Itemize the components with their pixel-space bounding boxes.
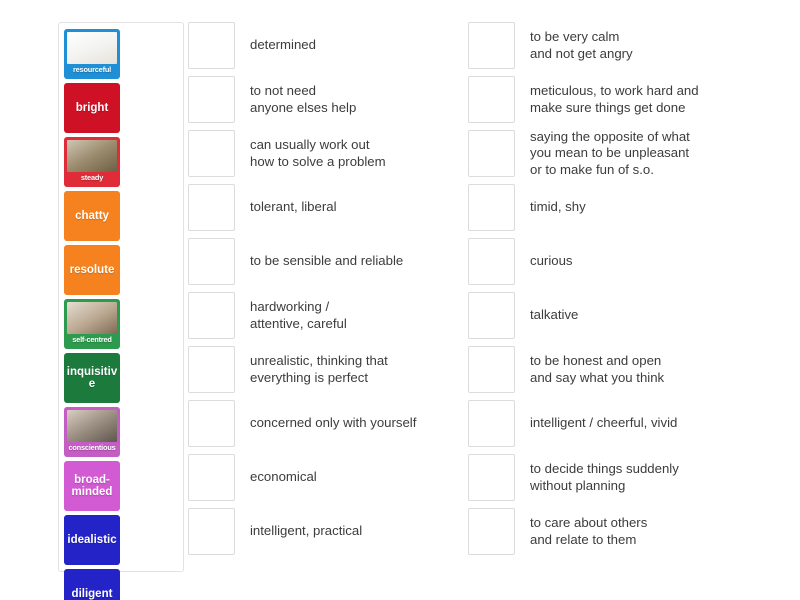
- drop-zone[interactable]: [188, 346, 235, 393]
- drop-zone[interactable]: [468, 508, 515, 555]
- definition-text: hardworking / attentive, careful: [250, 299, 347, 331]
- definition-text: to decide things suddenly without planni…: [530, 461, 679, 493]
- word-tile-self-centred[interactable]: self-centred: [64, 299, 120, 349]
- definition-text: can usually work out how to solve a prob…: [250, 137, 386, 169]
- definition-row: hardworking / attentive, careful: [188, 292, 460, 346]
- definition-text: to not need anyone elses help: [250, 83, 357, 115]
- word-tile-resolute[interactable]: resolute: [64, 245, 120, 295]
- word-tile-label: self-centred: [72, 335, 112, 344]
- definition-row: concerned only with yourself: [188, 400, 460, 454]
- definition-row: can usually work out how to solve a prob…: [188, 130, 460, 184]
- word-tiles-panel[interactable]: resourceful bright steady chatty resolute sel…: [58, 22, 184, 600]
- woman-at-desk-photo-icon: [67, 410, 117, 442]
- definition-row: meticulous, to work hard and make sure t…: [468, 76, 790, 130]
- drop-zone[interactable]: [188, 130, 235, 177]
- definition-text: to be sensible and reliable: [250, 253, 404, 269]
- word-tile-label: bright: [75, 101, 109, 114]
- definition-column-left: determined to not need anyone elses help c…: [188, 22, 460, 562]
- definition-text: to be very calm and not get angry: [530, 29, 633, 61]
- definition-text: intelligent, practical: [250, 523, 363, 539]
- drop-zone[interactable]: [188, 292, 235, 339]
- definition-row: economical: [188, 454, 460, 508]
- definition-row: to be very calm and not get angry: [468, 22, 790, 76]
- definition-row: determined: [188, 22, 460, 76]
- word-tile-inquisitive[interactable]: inquisitive: [64, 353, 120, 403]
- definition-text: timid, shy: [530, 199, 586, 215]
- word-tile-diligent[interactable]: diligent: [64, 569, 120, 600]
- word-tile-label: steady: [80, 173, 104, 182]
- definition-row: intelligent, practical: [188, 508, 460, 562]
- word-tile-chatty[interactable]: chatty: [64, 191, 120, 241]
- definition-row: to not need anyone elses help: [188, 76, 460, 130]
- word-tile-label: broad-minded: [71, 473, 113, 498]
- word-tile-steady[interactable]: steady: [64, 137, 120, 187]
- definition-text: tolerant, liberal: [250, 199, 337, 215]
- definition-row: intelligent / cheerful, vivid: [468, 400, 790, 454]
- drop-zone[interactable]: [468, 130, 515, 177]
- definition-text: saying the opposite of what you mean to …: [530, 128, 690, 177]
- word-tile-label: resolute: [69, 263, 115, 276]
- two-figures-illustration-icon: [67, 32, 117, 64]
- definition-text: to be honest and open and say what you t…: [530, 353, 665, 385]
- word-tile-idealistic[interactable]: idealistic: [64, 515, 120, 565]
- drop-zone[interactable]: [468, 22, 515, 69]
- word-tile-resourceful[interactable]: resourceful: [64, 29, 120, 79]
- definition-row: to be sensible and reliable: [188, 238, 460, 292]
- drop-zone[interactable]: [188, 508, 235, 555]
- word-tile-label: conscientious: [68, 443, 116, 452]
- definition-column-right: to be very calm and not get angry meticul…: [468, 22, 790, 562]
- word-tile-label: resourceful: [72, 65, 112, 74]
- definition-row: to be honest and open and say what you t…: [468, 346, 790, 400]
- definition-text: meticulous, to work hard and make sure t…: [530, 83, 699, 115]
- drop-zone[interactable]: [468, 346, 515, 393]
- word-tile-broad-minded[interactable]: broad-minded: [64, 461, 120, 511]
- definition-text: unrealistic, thinking that everything is…: [250, 353, 388, 385]
- drop-zone[interactable]: [188, 400, 235, 447]
- word-tile-bright[interactable]: bright: [64, 83, 120, 133]
- word-tile-conscientious[interactable]: conscientious: [64, 407, 120, 457]
- drop-zone[interactable]: [188, 238, 235, 285]
- drop-zone[interactable]: [468, 454, 515, 501]
- definition-row: to care about others and relate to them: [468, 508, 790, 562]
- definition-row: unrealistic, thinking that everything is…: [188, 346, 460, 400]
- drop-zone[interactable]: [468, 76, 515, 123]
- word-tile-label: inquisitive: [66, 365, 118, 390]
- drop-zone[interactable]: [468, 184, 515, 231]
- drop-zone[interactable]: [468, 238, 515, 285]
- definition-text: intelligent / cheerful, vivid: [530, 415, 678, 431]
- drop-zone[interactable]: [468, 400, 515, 447]
- definition-row: to decide things suddenly without planni…: [468, 454, 790, 508]
- definition-row: tolerant, liberal: [188, 184, 460, 238]
- definition-row: timid, shy: [468, 184, 790, 238]
- drop-zone[interactable]: [188, 184, 235, 231]
- squirrel-drinking-photo-icon: [67, 140, 117, 172]
- word-tile-label: diligent: [71, 587, 113, 600]
- drop-zone[interactable]: [188, 22, 235, 69]
- definition-text: determined: [250, 37, 316, 53]
- word-tile-label: chatty: [75, 209, 109, 222]
- drop-zone[interactable]: [188, 454, 235, 501]
- drop-zone[interactable]: [188, 76, 235, 123]
- definition-row: saying the opposite of what you mean to …: [468, 128, 790, 184]
- definition-text: talkative: [530, 307, 579, 323]
- match-up-activity: resourceful bright steady chatty resolute sel…: [0, 0, 800, 600]
- word-tile-label: idealistic: [67, 533, 117, 546]
- drop-zone[interactable]: [468, 292, 515, 339]
- definition-text: economical: [250, 469, 317, 485]
- definition-row: curious: [468, 238, 790, 292]
- definition-text: concerned only with yourself: [250, 415, 417, 431]
- person-reading-photo-icon: [67, 302, 117, 334]
- definition-text: to care about others and relate to them: [530, 515, 648, 547]
- definition-text: curious: [530, 253, 573, 269]
- definition-row: talkative: [468, 292, 790, 346]
